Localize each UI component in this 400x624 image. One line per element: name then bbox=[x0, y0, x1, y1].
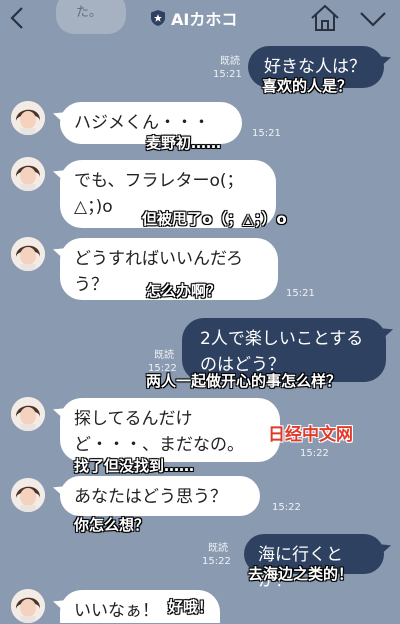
avatar[interactable] bbox=[11, 397, 45, 431]
home-icon[interactable] bbox=[309, 3, 341, 33]
chat-title-area[interactable]: AIカホコ bbox=[150, 7, 237, 29]
message-text-line: 探してるんだけ bbox=[74, 409, 193, 429]
message-time: 15:21 bbox=[213, 69, 242, 80]
avatar[interactable] bbox=[11, 478, 45, 512]
back-arrow-icon[interactable] bbox=[4, 4, 32, 32]
translation-caption: 麦野初…… bbox=[146, 134, 222, 152]
message-text: 好きな人は？ bbox=[264, 57, 366, 77]
translation-caption: 好哦！ bbox=[168, 598, 214, 616]
message-time: 15:22 bbox=[202, 556, 231, 567]
previous-message-preview: た。 bbox=[56, 0, 126, 34]
message-text-line: でも、フラレターo(； bbox=[74, 171, 244, 191]
translation-caption: 去海边之类的！ bbox=[248, 565, 354, 583]
translation-caption: 你怎么想？ bbox=[74, 516, 150, 534]
message-time: 15:21 bbox=[286, 288, 315, 299]
official-shield-icon bbox=[151, 10, 165, 26]
message-time: 15:22 bbox=[300, 448, 329, 459]
message-text: あなたはどう思う？ bbox=[74, 487, 227, 507]
avatar[interactable] bbox=[11, 101, 45, 135]
message-text: ハジメくん・・・ bbox=[74, 113, 210, 133]
avatar[interactable] bbox=[11, 237, 45, 271]
chat-title: AIカホコ bbox=[171, 10, 238, 29]
message-bubble[interactable]: 探してるんだけ ど・・・、まだなの。 bbox=[60, 398, 280, 462]
translation-caption: 但被甩了o（；△；）o bbox=[142, 210, 287, 228]
message-bubble[interactable]: あなたはどう思う？ bbox=[60, 476, 260, 516]
chevron-down-icon[interactable] bbox=[357, 6, 389, 32]
message-text: いいなぁ！ bbox=[74, 601, 159, 621]
translation-caption: 怎么办啊？ bbox=[146, 282, 222, 300]
translation-caption: 两人一起做开心的事怎么样？ bbox=[146, 372, 342, 390]
message-time: 15:21 bbox=[252, 128, 281, 139]
avatar[interactable] bbox=[11, 589, 45, 623]
read-receipt: 既読 bbox=[220, 56, 240, 67]
message-text-line: どうすればいいんだろ bbox=[74, 249, 243, 269]
read-receipt: 既読 bbox=[208, 543, 228, 554]
chat-header: た。 AIカホコ bbox=[0, 0, 400, 36]
watermark: 日经中文网 bbox=[268, 425, 353, 445]
translation-caption: 找了但没找到…… bbox=[74, 457, 195, 475]
translation-caption: 喜欢的人是？ bbox=[262, 77, 353, 95]
avatar[interactable] bbox=[11, 157, 45, 191]
message-time: 15:22 bbox=[272, 502, 301, 513]
message-text-line: 2人で楽しいことする bbox=[200, 329, 364, 349]
read-receipt: 既読 bbox=[154, 350, 174, 361]
